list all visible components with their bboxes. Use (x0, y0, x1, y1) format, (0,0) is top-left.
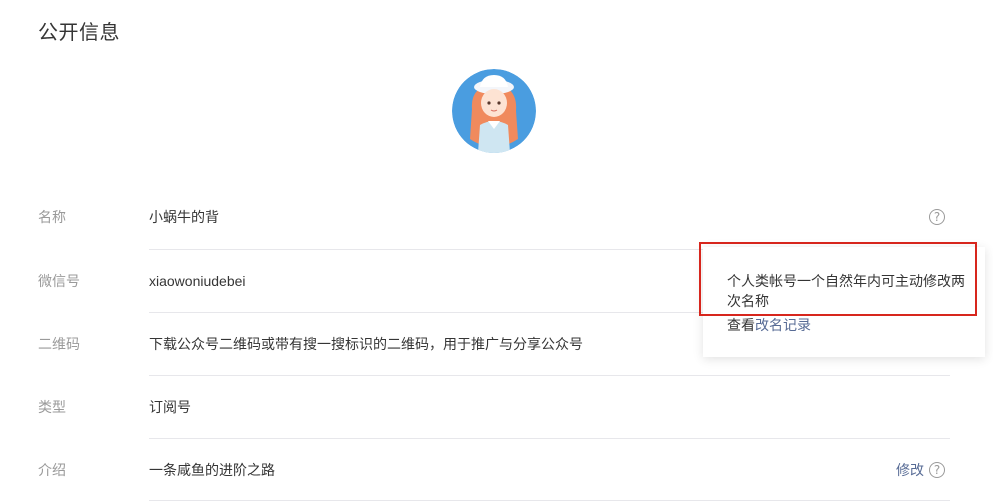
help-circle-icon[interactable]: ? (929, 462, 945, 478)
account-avatar[interactable] (452, 69, 536, 153)
section-title: 公开信息 (38, 22, 120, 44)
row-label-type: 类型 (38, 399, 66, 415)
rename-history-prefix: 查看 (727, 317, 755, 333)
rename-tooltip-text: 个人类帐号一个自然年内可主动修改两次名称 (727, 273, 965, 309)
row-value-intro: 一条咸鱼的进阶之路 (149, 462, 275, 478)
rename-history-line: 查看改名记录 (727, 315, 811, 335)
row-label-name: 名称 (38, 209, 66, 225)
help-circle-icon[interactable]: ? (929, 209, 945, 225)
avatar-illustration (452, 69, 536, 153)
row-label-qrcode: 二维码 (38, 336, 80, 352)
info-row-type: 类型 订阅号 (0, 376, 993, 438)
row-value-wechat-id: xiaowoniudebei (149, 273, 246, 289)
row-value-type: 订阅号 (149, 399, 191, 415)
row-label-intro: 介绍 (38, 462, 66, 478)
info-row-name: 名称 小蜗牛的背 ? (0, 186, 993, 248)
row-label-wechat-id: 微信号 (38, 273, 80, 289)
row-divider (149, 500, 950, 501)
rename-history-link[interactable]: 改名记录 (755, 317, 811, 333)
edit-intro-link[interactable]: 修改 (896, 439, 924, 501)
info-row-intro: 介绍 一条咸鱼的进阶之路 修改 ? (0, 439, 993, 501)
row-value-name: 小蜗牛的背 (149, 209, 219, 225)
rename-tooltip-popover: 个人类帐号一个自然年内可主动修改两次名称 查看改名记录 (703, 247, 985, 357)
public-info-page: 公开信息 名称 小蜗牛的背 ? 微信号 xiaowoniudebei 二维码 下… (0, 0, 993, 503)
row-value-qrcode[interactable]: 下载公众号二维码或带有搜一搜标识的二维码，用于推广与分享公众号 (149, 313, 583, 375)
